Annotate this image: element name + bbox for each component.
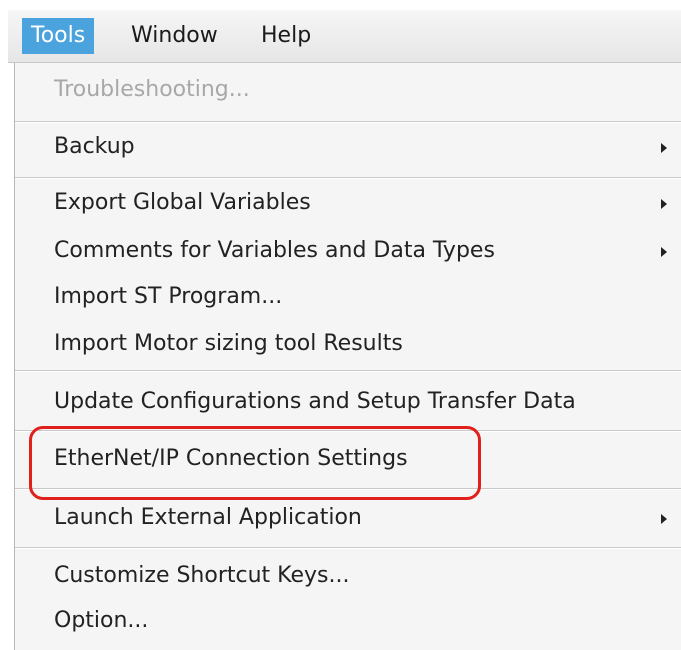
tools-dropdown-menu: Troubleshooting... Backup Export Global … [14,63,681,650]
submenu-arrow-icon [661,199,667,209]
menu-item-troubleshooting: Troubleshooting... [15,68,681,112]
menu-item-customize-shortcut-keys[interactable]: Customize Shortcut Keys... [15,554,681,598]
menu-item-label: Comments for Variables and Data Types [54,238,495,263]
menu-item-label: EtherNet/IP Connection Settings [54,446,408,471]
menu-item-label: Troubleshooting... [54,77,250,102]
menu-item-label: Backup [54,134,135,159]
menu-item-label: Import ST Program... [54,284,283,309]
menu-item-ethernet-ip-connection-settings[interactable]: EtherNet/IP Connection Settings [15,437,681,481]
menubar-help[interactable]: Help [252,18,320,54]
submenu-arrow-icon [661,143,667,153]
menu-item-label: Option... [54,608,149,633]
menu-separator [15,121,681,123]
menu-separator [15,370,681,372]
menu-item-option[interactable]: Option... [15,599,681,643]
submenu-arrow-icon [661,514,667,524]
menu-item-label: Update Configurations and Setup Transfer… [54,389,576,414]
menubar-tools[interactable]: Tools [22,18,95,54]
submenu-arrow-icon [661,247,667,257]
menu-item-import-motor-sizing[interactable]: Import Motor sizing tool Results [15,322,681,366]
menu-item-backup[interactable]: Backup [15,125,681,169]
menubar-window[interactable]: Window [122,18,227,54]
menu-item-label: Export Global Variables [54,190,311,215]
menu-bar: Tools Window Help [8,10,681,63]
screenshot: Tools Window Help Troubleshooting... Bac… [0,0,681,650]
menu-separator [15,177,681,179]
menu-item-label: Customize Shortcut Keys... [54,563,350,588]
menu-separator [15,430,681,432]
menu-item-comments-for-variables[interactable]: Comments for Variables and Data Types [15,229,681,273]
menu-item-label: Launch External Application [54,505,362,530]
menu-separator [15,488,681,490]
menu-item-import-st-program[interactable]: Import ST Program... [15,275,681,319]
menu-item-update-configurations[interactable]: Update Configurations and Setup Transfer… [15,380,681,424]
menu-item-export-global-variables[interactable]: Export Global Variables [15,181,681,225]
menu-separator [15,547,681,549]
menu-item-launch-external-application[interactable]: Launch External Application [15,496,681,540]
menu-item-label: Import Motor sizing tool Results [54,331,403,356]
